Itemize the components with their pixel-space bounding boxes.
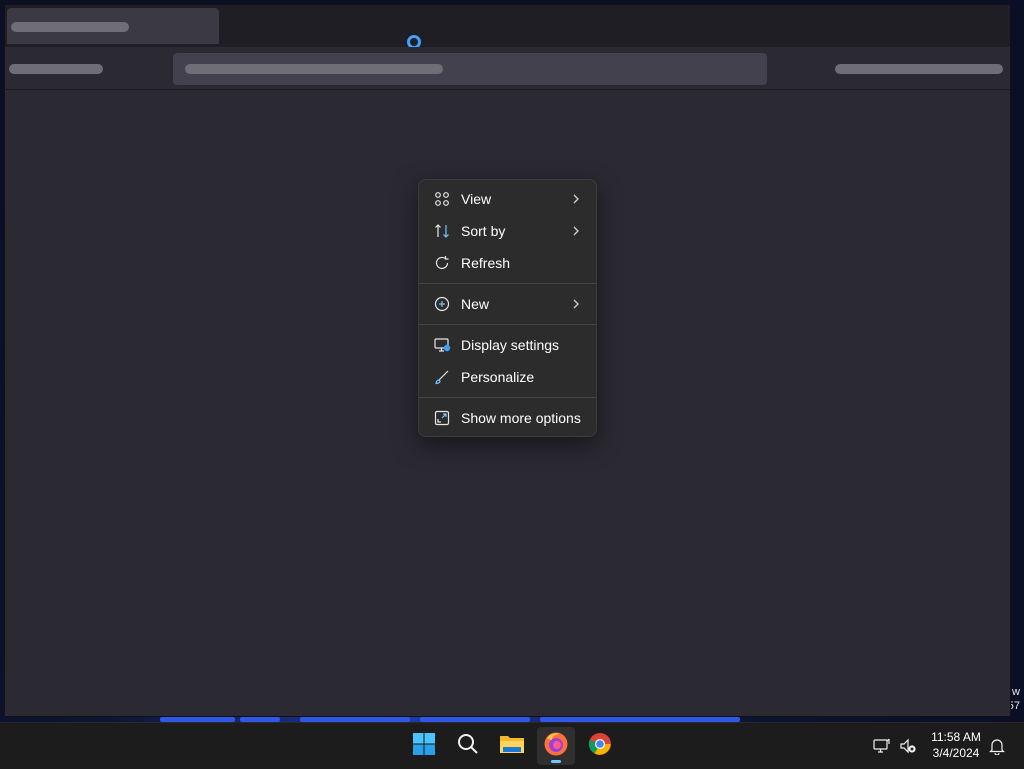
browser-toolbar — [5, 47, 1010, 90]
network-icon[interactable] — [871, 735, 893, 757]
menu-item-display-settings[interactable]: Display settings — [423, 330, 592, 360]
chrome-button[interactable] — [581, 727, 619, 765]
toolbar-actions-placeholder — [835, 64, 1003, 74]
menu-separator — [419, 283, 596, 284]
brush-icon — [433, 368, 451, 386]
plus-circle-icon — [433, 295, 451, 313]
menu-item-view[interactable]: View — [423, 184, 592, 214]
clock-time: 11:58 AM — [931, 730, 981, 744]
start-icon — [412, 732, 436, 761]
display-settings-icon — [433, 336, 451, 354]
clock-date: 3/4/2024 — [932, 746, 980, 760]
browser-titlebar — [5, 5, 1010, 49]
chevron-right-icon — [572, 299, 582, 309]
menu-item-new[interactable]: New — [423, 289, 592, 319]
tab-title-placeholder — [11, 22, 129, 32]
refresh-icon — [433, 254, 451, 272]
chrome-icon — [588, 732, 612, 761]
menu-item-label: Refresh — [461, 255, 511, 271]
menu-item-sort-by[interactable]: Sort by — [423, 216, 592, 246]
menu-item-label: View — [461, 191, 492, 207]
menu-item-refresh[interactable]: Refresh — [423, 248, 592, 278]
menu-separator — [419, 324, 596, 325]
chevron-right-icon — [572, 226, 582, 236]
menu-item-label: Personalize — [461, 369, 535, 385]
volume-muted-icon[interactable] — [897, 735, 919, 757]
menu-item-label: Display settings — [461, 337, 560, 353]
search-icon — [457, 733, 479, 760]
menu-separator — [419, 397, 596, 398]
search-button[interactable] — [449, 727, 487, 765]
sort-icon — [433, 222, 451, 240]
nav-buttons-placeholder — [9, 64, 103, 74]
firefox-button[interactable] — [537, 727, 575, 765]
active-app-indicator — [551, 760, 561, 763]
start-button[interactable] — [405, 727, 443, 765]
file-explorer-button[interactable] — [493, 727, 531, 765]
menu-item-label: Show more options — [461, 410, 581, 426]
url-bar[interactable] — [173, 53, 767, 85]
menu-item-personalize[interactable]: Personalize — [423, 362, 592, 392]
taskbar: 11:58 AM 3/4/2024 — [0, 722, 1024, 769]
file-explorer-icon — [499, 733, 525, 760]
browser-tab[interactable] — [7, 8, 219, 44]
url-text-placeholder — [185, 64, 443, 74]
menu-item-label: New — [461, 296, 490, 312]
menu-item-label: Sort by — [461, 223, 506, 239]
expand-icon — [433, 409, 451, 427]
chevron-right-icon — [572, 194, 582, 204]
grid-icon — [433, 190, 451, 208]
desktop-context-menu: View Sort by Refresh New Display setting… — [418, 179, 597, 437]
desktop-edge-text: w — [1012, 686, 1020, 698]
notification-bell-icon[interactable] — [986, 735, 1008, 757]
system-clock[interactable]: 11:58 AM 3/4/2024 — [924, 729, 988, 761]
firefox-icon — [543, 731, 569, 762]
menu-item-show-more-options[interactable]: Show more options — [423, 403, 592, 433]
